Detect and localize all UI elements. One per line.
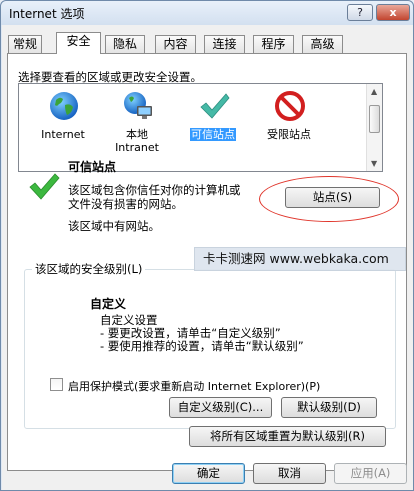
tab-general[interactable]: 常规 bbox=[8, 35, 42, 53]
scroll-down-icon[interactable]: ▼ bbox=[371, 159, 377, 168]
help-button[interactable]: ? bbox=[347, 4, 373, 21]
default-level-button[interactable]: 默认级别(D) bbox=[281, 397, 377, 418]
zone-restricted-sites[interactable]: 受限站点 bbox=[253, 84, 325, 170]
sites-button[interactable]: 站点(S) bbox=[285, 187, 380, 208]
zone-description-line2: 文件没有损害的网站。 bbox=[68, 197, 183, 211]
window-title: Internet 选项 bbox=[9, 7, 85, 21]
zone-list-scrollbar[interactable]: ▲ ▼ bbox=[366, 84, 382, 171]
tab-security[interactable]: 安全 bbox=[56, 32, 101, 54]
tab-advanced[interactable]: 高级 bbox=[302, 35, 343, 53]
security-level-name: 自定义 bbox=[90, 297, 127, 311]
local-intranet-icon bbox=[124, 92, 152, 119]
protected-mode-label[interactable]: 启用保护模式(要求重新启动 Internet Explorer)(P) bbox=[68, 378, 320, 394]
zone-label-restricted-sites: 受限站点 bbox=[267, 128, 311, 141]
zone-has-sites-text: 该区域中有网站。 bbox=[68, 219, 160, 233]
zone-trusted-sites[interactable]: 可信站点 bbox=[177, 84, 249, 170]
cancel-button[interactable]: 取消 bbox=[253, 463, 326, 484]
security-level-group-title: 该区域的安全级别(L) bbox=[32, 261, 146, 277]
ok-button[interactable]: 确定 bbox=[172, 463, 245, 484]
security-level-line3: - 要使用推荐的设置，请单击“默认级别” bbox=[100, 339, 304, 353]
dialog-body: 常规 安全 隐私 内容 连接 程序 高级 选择要查看的区域或更改安全设置。 In… bbox=[2, 25, 413, 490]
zone-title: 可信站点 bbox=[68, 160, 117, 174]
zone-label-internet: Internet bbox=[41, 128, 85, 141]
custom-level-button[interactable]: 自定义级别(C)... bbox=[169, 397, 272, 418]
tab-connections[interactable]: 连接 bbox=[204, 35, 245, 53]
tab-privacy[interactable]: 隐私 bbox=[105, 35, 145, 53]
protected-mode-checkbox[interactable] bbox=[50, 378, 63, 391]
watermark-banner: 卡卡测速网 www.webkaka.com bbox=[194, 247, 406, 271]
trusted-check-icon bbox=[29, 173, 60, 200]
scroll-up-icon[interactable]: ▲ bbox=[371, 87, 377, 96]
scroll-thumb[interactable] bbox=[369, 105, 380, 133]
checkmark-icon bbox=[200, 93, 230, 119]
zone-label-trusted-sites: 可信站点 bbox=[190, 128, 236, 141]
tab-content[interactable]: 内容 bbox=[155, 35, 196, 53]
close-button[interactable]: x bbox=[376, 4, 410, 21]
tab-programs[interactable]: 程序 bbox=[253, 35, 294, 53]
title-bar[interactable]: Internet 选项 ? x bbox=[1, 1, 413, 25]
reset-all-zones-button[interactable]: 将所有区域重置为默认级别(R) bbox=[189, 426, 386, 447]
apply-button[interactable]: 应用(A) bbox=[334, 463, 407, 484]
globe-icon bbox=[50, 92, 78, 120]
internet-options-dialog: Internet 选项 ? x 常规 安全 隐私 内容 连接 程序 高级 选择要… bbox=[0, 0, 414, 491]
restricted-icon bbox=[275, 91, 305, 121]
zone-label-local-intranet: 本地 Intranet bbox=[115, 128, 159, 154]
